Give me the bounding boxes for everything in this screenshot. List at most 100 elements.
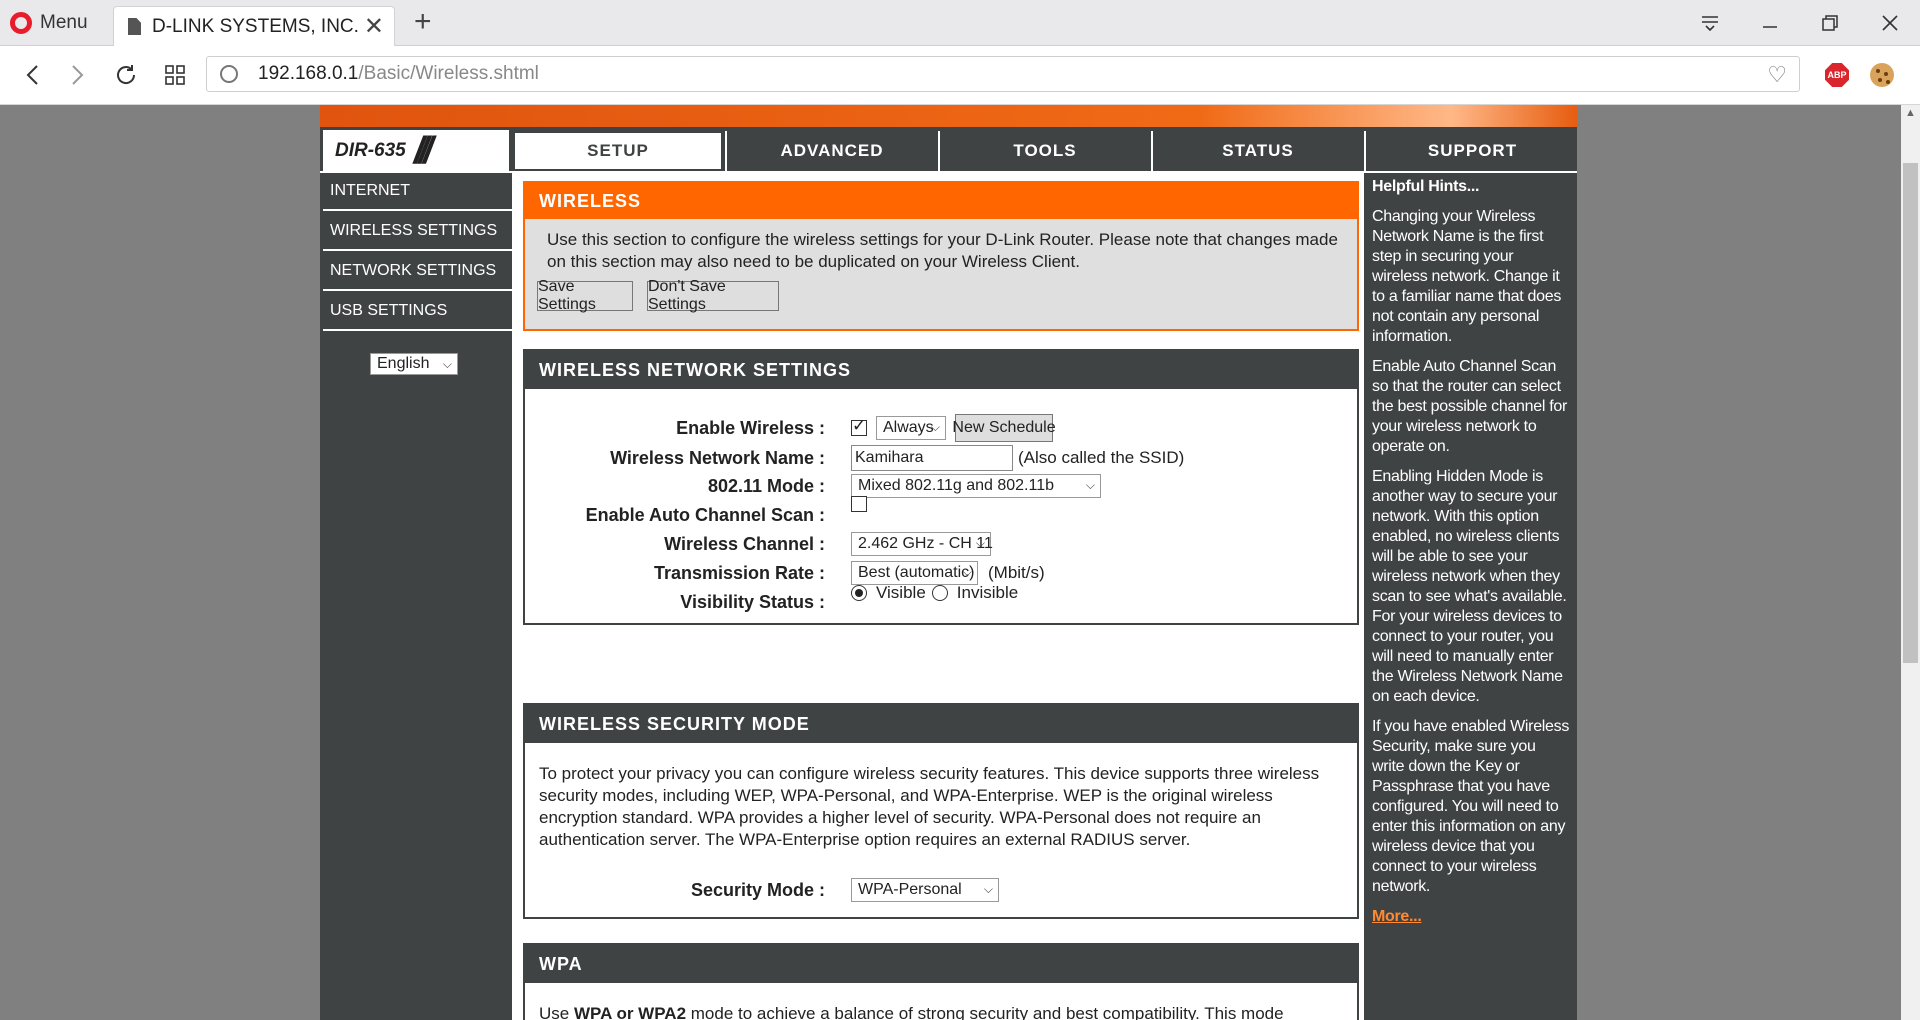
save-settings-button[interactable]: Save Settings	[537, 278, 633, 313]
tab-support[interactable]: SUPPORT	[1364, 131, 1577, 171]
mode-select[interactable]: Mixed 802.11g and 802.11b ⌵	[851, 474, 1101, 498]
schedule-select[interactable]: Always ⌵	[876, 416, 946, 440]
model-name: DIR-635	[335, 140, 406, 161]
bookmark-heart-icon[interactable]: ♡	[1767, 62, 1787, 88]
forward-icon[interactable]	[58, 46, 98, 104]
tab-tools[interactable]: TOOLS	[938, 131, 1150, 171]
minimize-icon[interactable]	[1750, 0, 1790, 45]
language-select[interactable]: English ⌵	[370, 353, 458, 375]
close-tab-icon[interactable]: ✕	[364, 14, 384, 39]
ssid-note: (Also called the SSID)	[1018, 448, 1185, 467]
router-page: DIR-635 /// SETUP ADVANCED TOOLS STATUS …	[320, 105, 1577, 1020]
speed-dial-icon[interactable]	[155, 46, 195, 104]
hints-title: Helpful Hints...	[1372, 178, 1480, 195]
hint-auto-channel: Enable Auto Channel Scan so that the rou…	[1372, 358, 1567, 455]
dont-save-settings-button[interactable]: Don't Save Settings	[647, 278, 779, 313]
url-path: /Basic/Wireless.shtml	[358, 63, 539, 84]
opera-logo-icon	[10, 11, 32, 34]
wpa-description: Use WPA or WPA2 mode to achieve a balanc…	[539, 1003, 1343, 1020]
new-schedule-button[interactable]: New Schedule	[952, 414, 1056, 442]
visible-radio[interactable]	[851, 585, 867, 601]
model-logo: DIR-635 ///	[323, 130, 509, 172]
tab-setup[interactable]: SETUP	[513, 131, 723, 171]
enable-wireless-row: Enable Wireless : Always ⌵ New Schedule	[525, 414, 1357, 442]
security-mode-box: WIRELESS SECURITY MODE To protect your p…	[523, 703, 1359, 919]
visibility-row: Visibility Status : Visible Invisible	[525, 583, 1357, 615]
chevron-down-icon: ⌵	[442, 357, 452, 371]
visibility-label: Visibility Status :	[680, 591, 825, 612]
wpa-desc-post: mode to achieve a balance of strong secu…	[686, 1004, 1284, 1020]
channel-select[interactable]: 2.462 GHz - CH 11 ⌵	[851, 532, 993, 556]
url-field[interactable]: 192.168.0.1/Basic/Wireless.shtml ♡	[206, 56, 1800, 92]
tab-status[interactable]: STATUS	[1151, 131, 1363, 171]
sidebar-item-network-settings[interactable]: NETWORK SETTINGS	[323, 253, 513, 291]
tab-menu-icon[interactable]	[1690, 0, 1730, 45]
url-host: 192.168.0.1	[258, 63, 359, 84]
security-mode-label: Security Mode :	[690, 879, 825, 900]
rate-label: Transmission Rate :	[653, 562, 825, 583]
security-mode-select[interactable]: WPA-Personal ⌵	[851, 878, 999, 902]
enable-wireless-checkbox[interactable]	[851, 416, 867, 436]
more-link[interactable]: More...	[1372, 908, 1422, 925]
opera-menu-button[interactable]: Menu	[10, 0, 88, 45]
mode-label: 802.11 Mode :	[707, 475, 825, 496]
sidebar-item-usb-settings[interactable]: USB SETTINGS	[323, 293, 513, 331]
sidebar-item-internet[interactable]: INTERNET	[323, 173, 513, 211]
dlink-banner	[320, 105, 1577, 127]
hint-hidden-mode: Enabling Hidden Mode is another way to s…	[1372, 468, 1567, 705]
channel-label: Wireless Channel :	[664, 533, 825, 554]
schedule-value: Always	[883, 419, 934, 436]
document-icon	[128, 18, 141, 35]
channel-row: Wireless Channel : 2.462 GHz - CH 11 ⌵	[525, 531, 1357, 557]
address-bar-row: 192.168.0.1/Basic/Wireless.shtml ♡ ABP	[0, 46, 1920, 105]
sidebar-item-wireless-settings[interactable]: WIRELESS SETTINGS	[323, 213, 513, 251]
tab-advanced[interactable]: ADVANCED	[725, 131, 937, 171]
adblock-plus-icon[interactable]: ABP	[1825, 63, 1849, 87]
invisible-label: Invisible	[956, 583, 1019, 602]
wpa-box: WPA Use WPA or WPA2 mode to achieve a ba…	[523, 943, 1359, 1020]
rate-select[interactable]: Best (automatic) ⌵	[851, 561, 978, 585]
reload-icon[interactable]	[106, 46, 146, 104]
vertical-scrollbar[interactable]: ▲	[1901, 105, 1920, 1020]
chevron-down-icon: ⌵	[1085, 478, 1095, 492]
wireless-description: Use this section to configure the wirele…	[547, 230, 1338, 271]
security-mode-row: Security Mode : WPA-Personal ⌵	[525, 877, 1357, 903]
security-heading: WIRELESS SECURITY MODE	[525, 705, 1357, 743]
network-name-row: Wireless Network Name : Kamihara (Also c…	[525, 445, 1357, 471]
wpa-desc-pre: Use	[539, 1004, 574, 1020]
back-icon[interactable]	[12, 46, 52, 104]
auto-channel-label: Enable Auto Channel Scan :	[585, 504, 825, 525]
tab-title: D-LINK SYSTEMS, INC. | WIRELESS	[152, 15, 362, 37]
invisible-radio[interactable]	[931, 585, 948, 601]
mode-value: Mixed 802.11g and 802.11b	[858, 477, 1055, 494]
browser-tab[interactable]: D-LINK SYSTEMS, INC. | WIRELESS ✕	[113, 6, 395, 46]
network-settings-heading: WIRELESS NETWORK SETTINGS	[525, 351, 1357, 389]
globe-icon	[220, 65, 238, 83]
browser-tab-bar: Menu D-LINK SYSTEMS, INC. | WIRELESS ✕ +	[0, 0, 1920, 46]
logo-slashes-icon: ///	[413, 130, 434, 172]
security-description: To protect your privacy you can configur…	[539, 764, 1320, 849]
restore-icon[interactable]	[1810, 0, 1850, 45]
cookie-icon[interactable]	[1870, 63, 1894, 87]
rate-unit: (Mbit/s)	[988, 563, 1045, 582]
scroll-up-icon[interactable]: ▲	[1901, 107, 1920, 119]
helpful-hints-panel: Helpful Hints... Changing your Wireless …	[1364, 173, 1577, 1020]
network-name-input[interactable]: Kamihara	[851, 445, 1013, 471]
chevron-down-icon: ⌵	[930, 420, 940, 434]
close-window-icon[interactable]	[1870, 0, 1910, 45]
chevron-down-icon: ⌵	[962, 565, 972, 579]
wpa-desc-bold: WPA or WPA2	[573, 1004, 687, 1020]
wpa-heading: WPA	[525, 945, 1357, 983]
chevron-down-icon: ⌵	[983, 882, 993, 896]
auto-channel-checkbox[interactable]	[851, 496, 867, 512]
wireless-heading: WIRELESS	[525, 183, 1357, 219]
new-tab-button[interactable]: +	[414, 5, 432, 39]
hint-network-name: Changing your Wireless Network Name is t…	[1372, 208, 1562, 345]
scrollbar-thumb[interactable]	[1903, 163, 1918, 663]
language-value: English	[377, 355, 430, 372]
chevron-down-icon: ⌵	[975, 536, 985, 550]
auto-channel-row: Enable Auto Channel Scan :	[525, 496, 1357, 528]
wireless-intro-box: WIRELESS Use this section to configure t…	[523, 181, 1359, 331]
enable-wireless-label: Enable Wireless :	[676, 417, 825, 438]
visible-label: Visible	[876, 583, 926, 602]
